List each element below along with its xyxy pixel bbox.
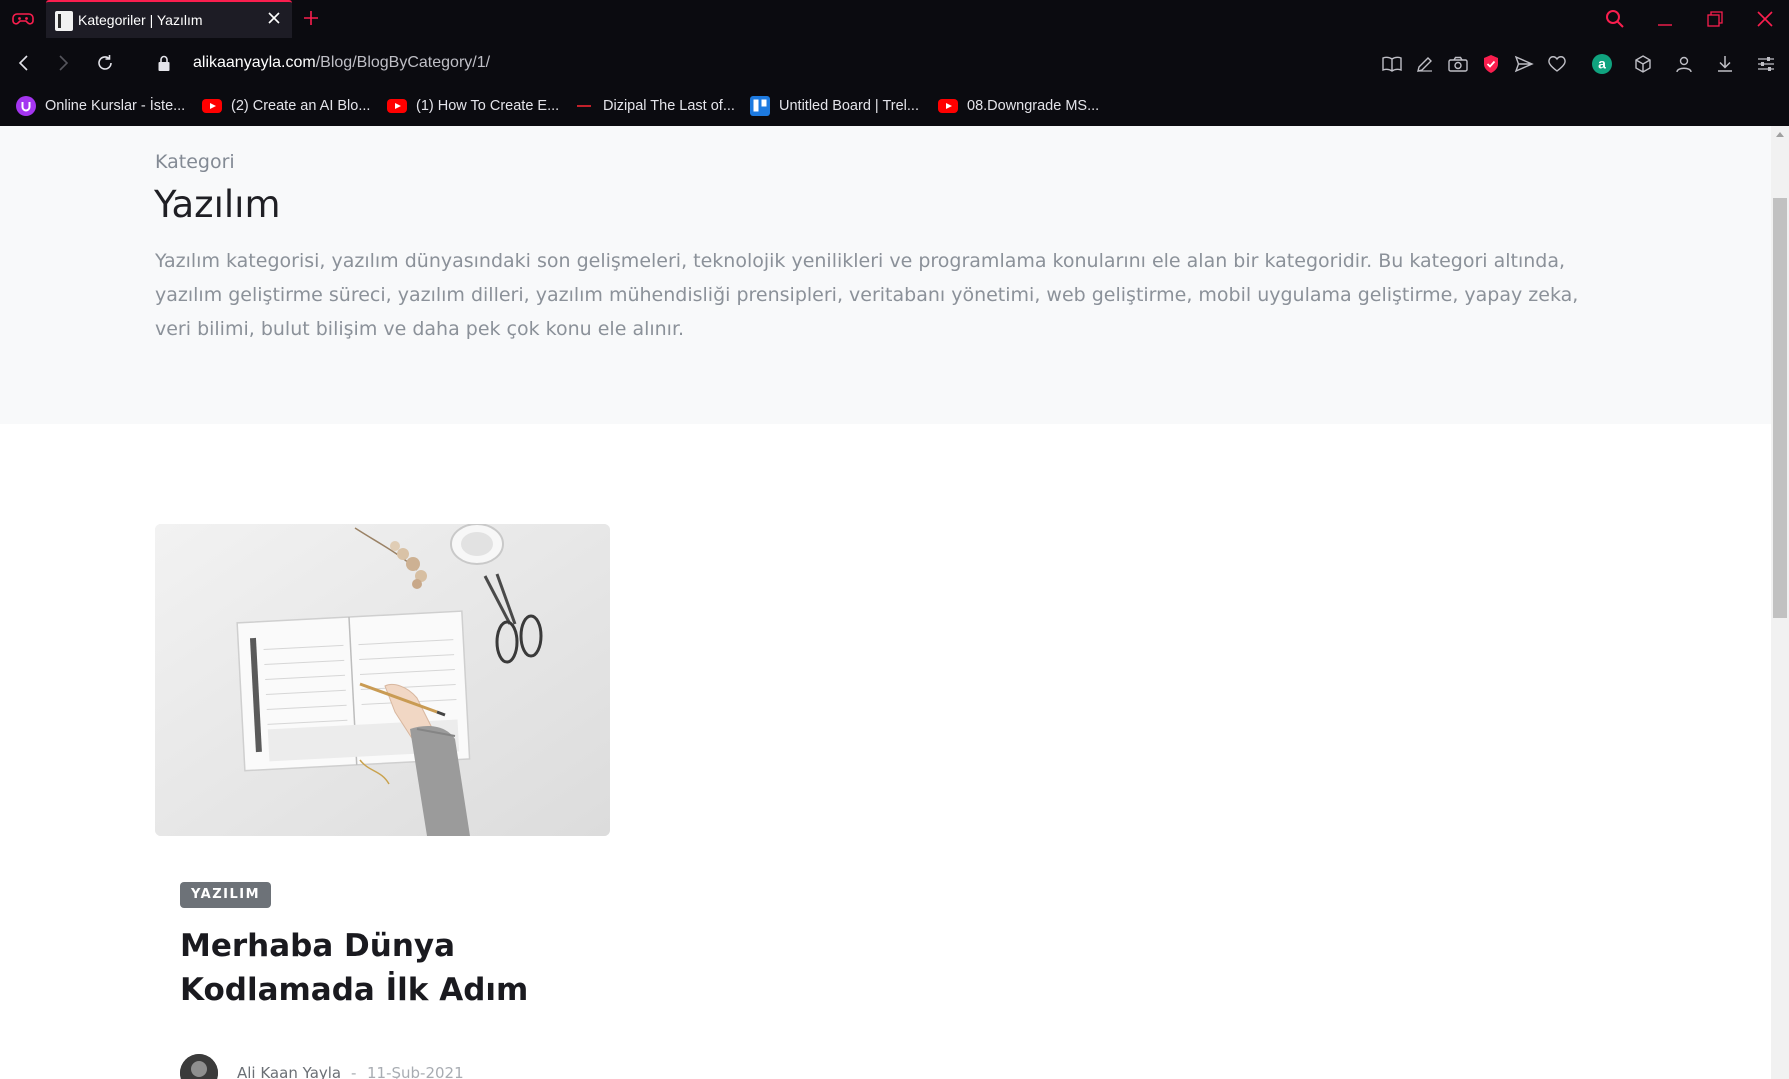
forward-button[interactable] [49,49,77,77]
page-scrollbar[interactable] [1771,126,1789,1079]
back-button[interactable] [10,49,38,77]
user-icon [1676,56,1692,73]
secure-lock[interactable] [154,52,174,74]
udemy-icon [16,96,36,116]
bookmark-label: Untitled Board | Trel... [779,98,919,114]
shield-icon [1484,55,1498,73]
favorite-button[interactable] [1544,51,1570,77]
dizipal-icon [574,98,594,114]
gx-controller-icon [12,13,34,25]
cube-icon [1635,55,1651,73]
lock-icon [158,55,170,71]
snapshot-button[interactable] [1445,51,1471,77]
category-badge[interactable]: YAZILIM [180,882,272,908]
plus-icon [304,11,318,25]
search-icon [1606,10,1624,28]
youtube-icon [202,98,222,114]
bookmark-item[interactable]: Dizipal The Last of... [574,93,735,119]
reader-mode-button[interactable] [1379,51,1405,77]
tab-strip: Kategoriler | Yazılım [0,0,1789,39]
arrow-right-icon [59,55,69,71]
browser-chrome: Kategoriler | Yazılım alikaanyayla.com/B… [0,0,1789,126]
trello-icon [750,96,770,116]
bookmark-item[interactable]: Untitled Board | Trel... [750,93,919,119]
youtube-icon [387,98,407,114]
minimize-icon [1658,24,1672,26]
send-button[interactable] [1511,51,1537,77]
bookmark-item[interactable]: 08.Downgrade MS... [938,93,1099,119]
tab-title: Kategoriler | Yazılım [78,12,203,28]
svg-text:a: a [1598,56,1606,72]
heart-icon [1548,56,1566,72]
author-avatar-image [180,1054,218,1079]
extension-a-button[interactable]: a [1589,51,1615,77]
restore-icon [1707,11,1723,27]
close-icon [268,12,280,24]
download-icon [1718,56,1732,72]
tab-close-button[interactable] [264,10,284,30]
camera-icon [1448,56,1468,72]
extension-a-icon: a [1592,54,1612,74]
post-title[interactable]: Merhaba Dünya Kodlamada İlk Adım [180,924,600,1012]
restore-button[interactable] [1697,6,1733,32]
bookmark-label: Dizipal The Last of... [603,98,735,114]
avatar[interactable] [180,1054,218,1079]
edit-icon [1417,57,1432,72]
author-name[interactable]: Ali Kaan Yayla [237,1064,341,1079]
chevron-up-icon [1776,132,1784,137]
profile-button[interactable] [1671,51,1697,77]
site-favicon-icon [55,11,73,31]
scroll-thumb[interactable] [1773,198,1787,618]
meta-separator: - [351,1064,357,1079]
url-path: /Blog/BlogByCategory/1/ [315,54,491,71]
youtube-icon [938,98,958,114]
new-tab-button[interactable] [298,5,324,31]
url-host: alikaanyayla.com [193,54,316,71]
extensions-button[interactable] [1630,51,1656,77]
bookmark-item[interactable]: (1) How To Create E... [387,93,559,119]
close-icon [1757,11,1773,27]
arrow-left-icon [18,55,28,71]
page-title: Yazılım [154,183,281,226]
url-field[interactable]: alikaanyayla.com/Blog/BlogByCategory/1/ [193,54,490,72]
adblock-button[interactable] [1478,51,1504,77]
scroll-up-button[interactable] [1771,126,1789,142]
active-tab[interactable]: Kategoriler | Yazılım [46,0,292,38]
bookmark-label: 08.Downgrade MS... [967,98,1100,114]
gx-menu-button[interactable] [8,6,38,32]
reload-icon [98,55,112,70]
book-icon [1382,56,1402,72]
settings-sliders-icon [1758,57,1774,71]
category-eyebrow: Kategori [155,151,235,173]
post-date: 11-Şub-2021 [367,1064,464,1079]
bookmark-item[interactable]: (2) Create an AI Blo... [202,93,370,119]
edit-button[interactable] [1412,51,1438,77]
bookmark-label: (2) Create an AI Blo... [231,98,371,114]
window-close-button[interactable] [1747,6,1783,32]
easy-setup-button[interactable] [1753,51,1779,77]
post-cover-image[interactable] [155,524,610,836]
bookmark-item[interactable]: Online Kurslar - İste... [16,93,185,119]
address-bar: alikaanyayla.com/Blog/BlogByCategory/1/ … [0,39,1789,87]
planner-photo [155,524,610,836]
send-icon [1514,55,1534,73]
bookmark-label: Online Kurslar - İste... [45,98,186,114]
page-content: Kategori Yazılım Yazılım kategorisi, yaz… [0,126,1771,1079]
bookmarks-bar: Online Kurslar - İste... (2) Create an A… [0,87,1789,126]
reload-button[interactable] [91,49,119,77]
bookmark-label: (1) How To Create E... [416,98,560,114]
minimize-button[interactable] [1647,6,1683,32]
category-header: Kategori Yazılım Yazılım kategorisi, yaz… [0,126,1771,424]
category-description: Yazılım kategorisi, yazılım dünyasındaki… [155,250,1579,340]
search-tabs-button[interactable] [1597,6,1633,32]
downloads-button[interactable] [1712,51,1738,77]
